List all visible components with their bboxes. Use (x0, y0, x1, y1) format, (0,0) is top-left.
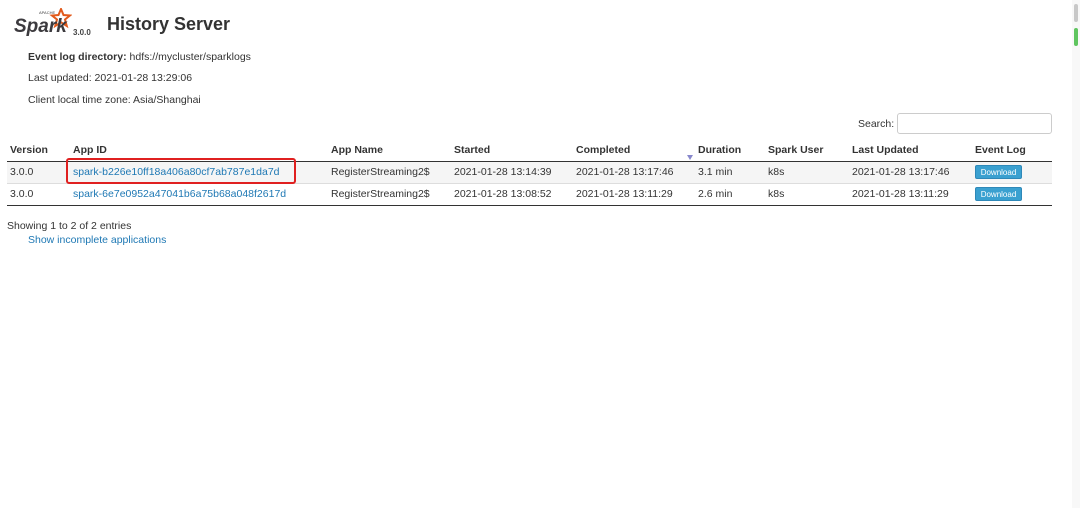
col-event-log[interactable]: Event Log (972, 140, 1052, 162)
col-app-name[interactable]: App Name (328, 140, 451, 162)
cell-completed: 2021-01-28 13:17:46 (573, 160, 695, 183)
spark-version-label: 3.0.0 (73, 28, 91, 37)
col-duration[interactable]: Duration (695, 140, 765, 162)
download-button[interactable]: Download (975, 165, 1022, 179)
col-spark-user[interactable]: Spark User (765, 140, 849, 162)
show-incomplete-link[interactable]: Show incomplete applications (28, 234, 166, 246)
cell-last-updated: 2021-01-28 13:11:29 (849, 182, 972, 206)
last-updated-info: Last updated: 2021-01-28 13:29:06 (28, 72, 193, 84)
cell-app-name: RegisterStreaming2$ (328, 160, 451, 183)
applications-table: Version App ID App Name Started Complete… (7, 140, 1052, 206)
col-version[interactable]: Version (7, 140, 70, 162)
timezone-info: Client local time zone: Asia/Shanghai (28, 94, 201, 106)
col-started[interactable]: Started (451, 140, 573, 162)
cell-version: 3.0.0 (7, 160, 70, 183)
entries-info: Showing 1 to 2 of 2 entries (7, 220, 132, 232)
col-last-updated[interactable]: Last Updated (849, 140, 972, 162)
cell-app-id: spark-b226e10ff18a406a80cf7ab787e1da7d (70, 160, 328, 183)
page-header: APACHE Spark 3.0.0 History Server (14, 8, 414, 42)
cell-spark-user: k8s (765, 160, 849, 183)
event-log-value: hdfs://mycluster/sparklogs (129, 51, 251, 63)
app-id-link[interactable]: spark-b226e10ff18a406a80cf7ab787e1da7d (73, 166, 280, 178)
event-log-directory: Event log directory: hdfs://mycluster/sp… (28, 51, 251, 63)
search-input[interactable] (897, 113, 1052, 134)
sort-desc-icon (687, 154, 693, 160)
cell-duration: 3.1 min (695, 160, 765, 183)
scrollbar[interactable] (1072, 0, 1080, 508)
download-button[interactable]: Download (975, 187, 1022, 201)
search-label: Search: (858, 118, 895, 130)
cell-app-id: spark-6e7e0952a47041b6a75b68a048f2617d (70, 182, 328, 206)
cell-last-updated: 2021-01-28 13:17:46 (849, 160, 972, 183)
table-row: 3.0.0 spark-b226e10ff18a406a80cf7ab787e1… (7, 160, 1052, 183)
cell-completed: 2021-01-28 13:11:29 (573, 182, 695, 206)
page-title: History Server (107, 14, 231, 34)
cell-duration: 2.6 min (695, 182, 765, 206)
cell-started: 2021-01-28 13:14:39 (451, 160, 573, 183)
event-log-label: Event log directory: (28, 51, 127, 63)
cell-started: 2021-01-28 13:08:52 (451, 182, 573, 206)
scrollbar-up[interactable] (1074, 4, 1078, 22)
cell-spark-user: k8s (765, 182, 849, 206)
cell-app-name: RegisterStreaming2$ (328, 182, 451, 206)
col-completed-label: Completed (576, 144, 631, 157)
table-row: 3.0.0 spark-6e7e0952a47041b6a75b68a048f2… (7, 182, 1052, 206)
spark-logo[interactable]: APACHE Spark (14, 8, 72, 38)
cell-version: 3.0.0 (7, 182, 70, 206)
scrollbar-thumb[interactable] (1074, 28, 1078, 46)
app-id-link[interactable]: spark-6e7e0952a47041b6a75b68a048f2617d (73, 188, 286, 200)
col-completed[interactable]: Completed (573, 140, 695, 162)
logo-spark-text: Spark (14, 16, 68, 37)
cell-event-log: Download (972, 160, 1052, 183)
table-header-row: Version App ID App Name Started Complete… (7, 140, 1052, 162)
col-app-id[interactable]: App ID (70, 140, 328, 162)
logo-apache-text: APACHE (39, 10, 55, 15)
cell-event-log: Download (972, 182, 1052, 206)
